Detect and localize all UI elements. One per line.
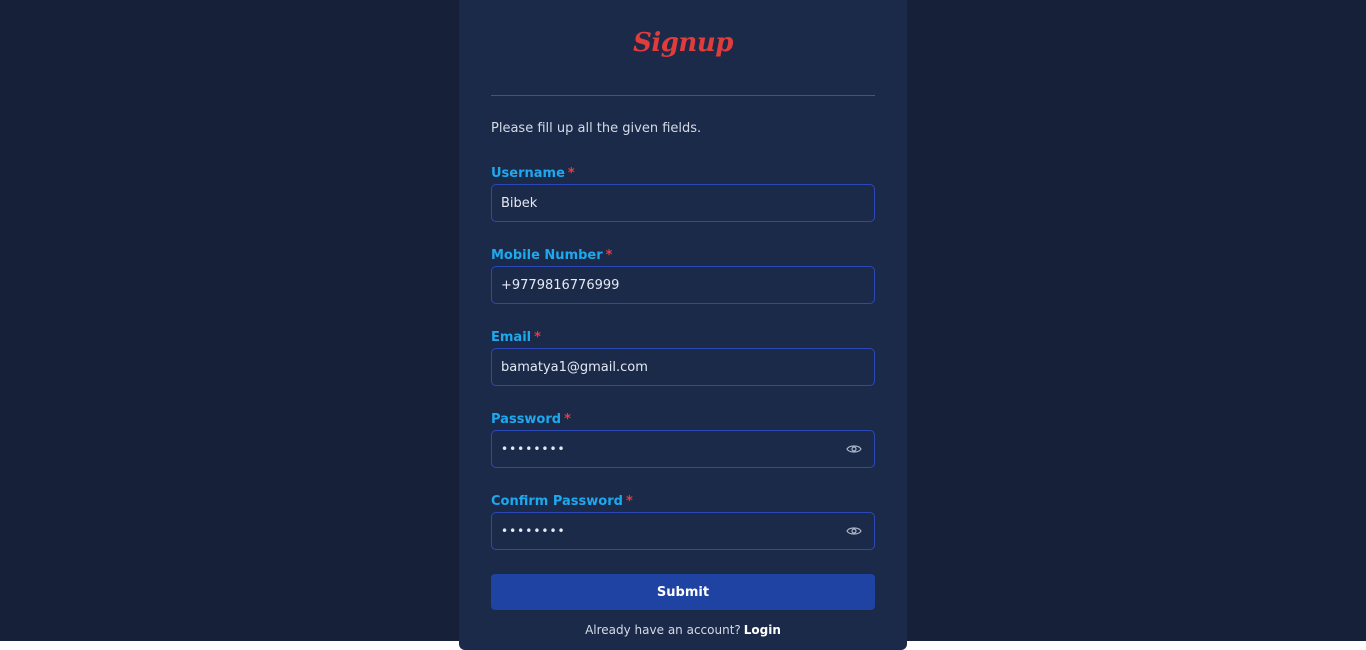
email-label: Email * [491,330,541,345]
confirm-password-value: •••••••• [501,524,566,538]
divider [491,95,875,96]
signup-card: Signup Please fill up all the given fiel… [459,0,907,650]
email-label-text: Email [491,330,532,345]
instructions-text: Please fill up all the given fields. [491,121,702,136]
mobile-number-field[interactable]: +9779816776999 [491,266,875,304]
email-value: bamatya1@gmail.com [501,359,648,375]
username-field[interactable]: Bibek [491,184,875,222]
password-field[interactable]: •••••••• [491,430,875,468]
login-prompt-text: Already have an account? [585,623,741,637]
confirm-password-field[interactable]: •••••••• [491,512,875,550]
password-label-text: Password [491,412,562,427]
page-title: Signup [633,28,733,58]
username-label: Username * [491,166,575,181]
login-prompt-row: Already have an account? Login [459,623,907,637]
mobile-number-label: Mobile Number * [491,248,612,263]
required-marker: * [625,494,633,509]
mobile-number-value: +9779816776999 [501,277,620,293]
eye-icon[interactable] [845,522,863,540]
password-value: •••••••• [501,442,566,456]
submit-button[interactable]: Submit [491,574,875,610]
login-link[interactable]: Login [744,623,781,637]
required-marker: * [605,248,613,263]
password-label: Password * [491,412,571,427]
required-marker: * [534,330,541,345]
username-label-text: Username [491,166,565,181]
confirm-password-label: Confirm Password * [491,494,633,509]
required-marker: * [564,412,571,427]
email-field[interactable]: bamatya1@gmail.com [491,348,875,386]
username-value: Bibek [501,195,538,211]
confirm-password-label-text: Confirm Password [491,494,623,509]
eye-icon[interactable] [845,440,863,458]
required-marker: * [567,166,575,181]
mobile-number-label-text: Mobile Number [491,248,603,263]
